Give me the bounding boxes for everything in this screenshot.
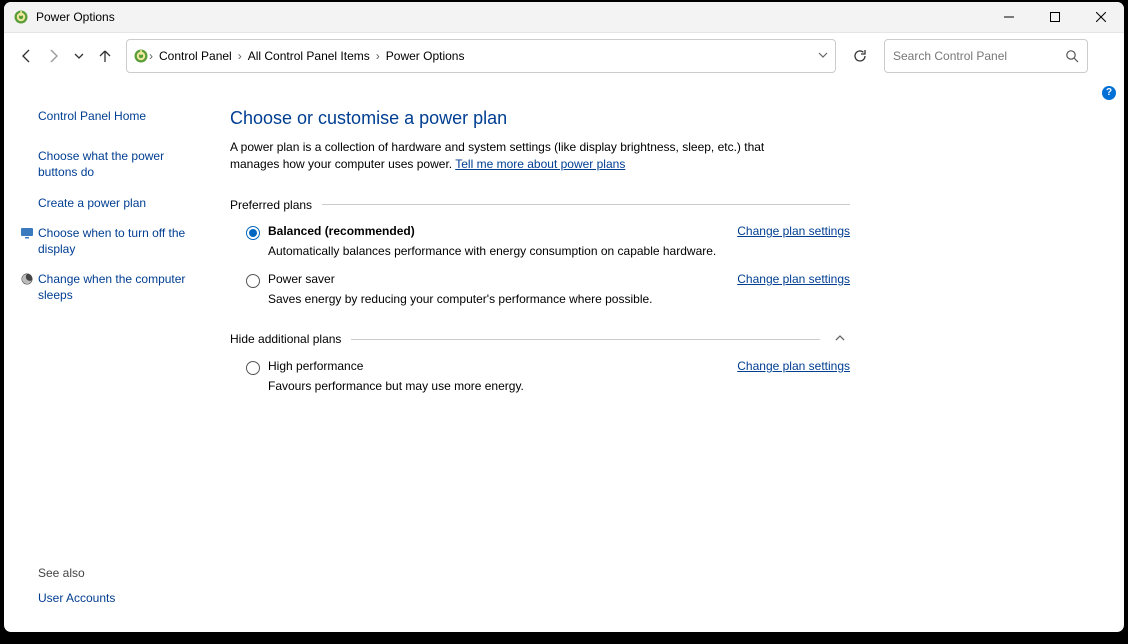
breadcrumb-control-panel[interactable]: Control Panel — [153, 47, 238, 65]
sidebar-link-create-plan[interactable]: Create a power plan — [38, 195, 200, 211]
plan-name-balanced[interactable]: Balanced (recommended) — [268, 224, 415, 238]
additional-plans-header[interactable]: Hide additional plans — [230, 332, 850, 347]
sleep-icon — [20, 272, 34, 286]
plan-high-performance: High performance Change plan settings Fa… — [230, 359, 850, 407]
minimize-button[interactable] — [986, 2, 1032, 33]
page-heading: Choose or customise a power plan — [230, 108, 850, 129]
plan-name-power-saver[interactable]: Power saver — [268, 272, 335, 286]
plan-desc-high-performance: Favours performance but may use more ene… — [268, 379, 748, 393]
chevron-up-icon[interactable] — [830, 332, 850, 347]
address-bar[interactable]: › Control Panel › All Control Panel Item… — [126, 39, 836, 73]
sidebar-link-home[interactable]: Control Panel Home — [38, 108, 200, 124]
plan-desc-power-saver: Saves energy by reducing your computer's… — [268, 292, 748, 306]
search-placeholder: Search Control Panel — [893, 49, 1065, 63]
maximize-button[interactable] — [1032, 2, 1078, 33]
refresh-button[interactable] — [846, 42, 874, 70]
plan-balanced: Balanced (recommended) Change plan setti… — [230, 224, 850, 272]
sidebar-link-power-buttons[interactable]: Choose what the power buttons do — [38, 148, 200, 180]
up-button[interactable] — [94, 45, 116, 67]
plan-name-high-performance[interactable]: High performance — [268, 359, 363, 373]
change-settings-power-saver[interactable]: Change plan settings — [737, 272, 850, 286]
preferred-plans-label: Preferred plans — [230, 198, 312, 212]
window-title: Power Options — [36, 10, 115, 24]
search-icon — [1065, 49, 1079, 63]
divider — [322, 204, 850, 205]
display-off-icon — [20, 226, 34, 240]
change-settings-balanced[interactable]: Change plan settings — [737, 224, 850, 238]
sidebar-link-computer-sleeps[interactable]: Change when the computer sleeps — [38, 271, 200, 303]
additional-plans-label: Hide additional plans — [230, 332, 341, 346]
radio-power-saver[interactable] — [246, 274, 260, 288]
preferred-plans-header: Preferred plans — [230, 198, 850, 212]
breadcrumb-all-items[interactable]: All Control Panel Items — [242, 47, 376, 65]
close-button[interactable] — [1078, 2, 1124, 33]
page-description: A power plan is a collection of hardware… — [230, 139, 810, 174]
navigation-row: › Control Panel › All Control Panel Item… — [4, 33, 1124, 79]
title-bar: Power Options — [4, 2, 1124, 33]
sidebar-link-display-off[interactable]: Choose when to turn off the display — [38, 225, 200, 257]
recent-dropdown-button[interactable] — [68, 45, 90, 67]
search-input[interactable]: Search Control Panel — [884, 39, 1088, 73]
change-settings-high-performance[interactable]: Change plan settings — [737, 359, 850, 373]
power-options-icon — [13, 9, 29, 25]
see-also-header: See also — [38, 566, 115, 580]
radio-balanced[interactable] — [246, 226, 260, 240]
window-frame: Power Options › Control Panel › All Cont… — [4, 2, 1124, 632]
sidebar: Control Panel Home Choose what the power… — [4, 80, 216, 632]
divider — [351, 339, 820, 340]
back-button[interactable] — [16, 45, 38, 67]
main-content: Choose or customise a power plan A power… — [216, 80, 876, 632]
power-options-icon — [133, 48, 149, 64]
breadcrumb-power-options[interactable]: Power Options — [380, 47, 471, 65]
radio-high-performance[interactable] — [246, 361, 260, 375]
chevron-down-icon[interactable] — [817, 49, 829, 64]
forward-button[interactable] — [42, 45, 64, 67]
plan-desc-balanced: Automatically balances performance with … — [268, 244, 748, 258]
sidebar-link-user-accounts[interactable]: User Accounts — [38, 590, 115, 606]
learn-more-link[interactable]: Tell me more about power plans — [455, 157, 625, 171]
plan-power-saver: Power saver Change plan settings Saves e… — [230, 272, 850, 320]
